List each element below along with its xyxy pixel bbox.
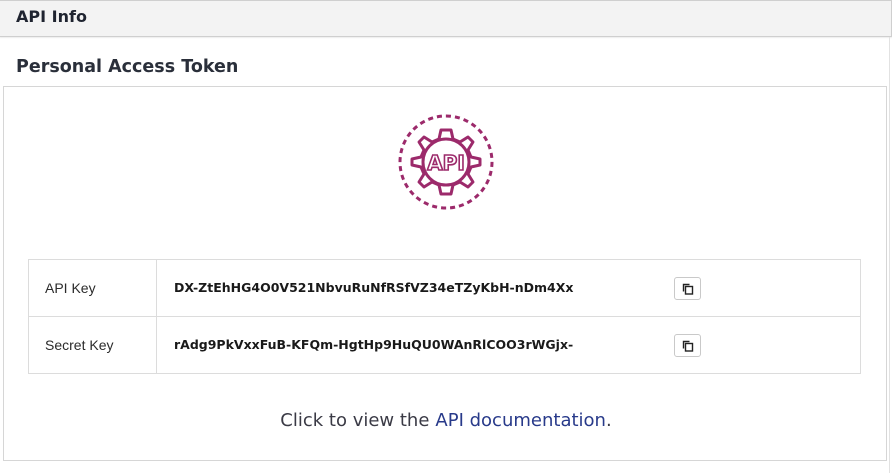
scrollbar-track[interactable] (889, 37, 890, 473)
copy-secret-key-button[interactable] (674, 334, 701, 357)
api-key-value: DX-ZtEhHG4O0V521NbvuRuNfRSfVZ34eTZyKbH-n… (174, 280, 574, 295)
page-title: API Info (16, 7, 87, 26)
secret-key-label: Secret Key (29, 317, 157, 374)
keys-table: API Key DX-ZtEhHG4O0V521NbvuRuNfRSfVZ34e… (28, 259, 861, 374)
table-row: API Key DX-ZtEhHG4O0V521NbvuRuNfRSfVZ34e… (29, 260, 860, 317)
api-key-label: API Key (29, 260, 157, 316)
section-title: Personal Access Token (16, 57, 239, 77)
api-logo-text: API (427, 151, 465, 175)
copy-icon (682, 283, 693, 295)
table-row: Secret Key rAdg9PkVxxFuB-KFQm-HgtHp9HuQU… (29, 317, 860, 374)
copy-api-key-button[interactable] (674, 277, 701, 300)
api-documentation-link[interactable]: API documentation (435, 410, 606, 431)
top-header-bar: API Info (0, 0, 892, 37)
documentation-line: Click to view the API documentation. (0, 410, 892, 431)
api-gear-icon: API (396, 114, 496, 210)
secret-key-value: rAdg9PkVxxFuB-KFQm-HgtHp9HuQU0WAnRlCOO3r… (174, 337, 574, 352)
documentation-suffix: . (605, 410, 612, 431)
copy-icon (682, 340, 693, 352)
documentation-prefix: Click to view the (280, 410, 430, 431)
